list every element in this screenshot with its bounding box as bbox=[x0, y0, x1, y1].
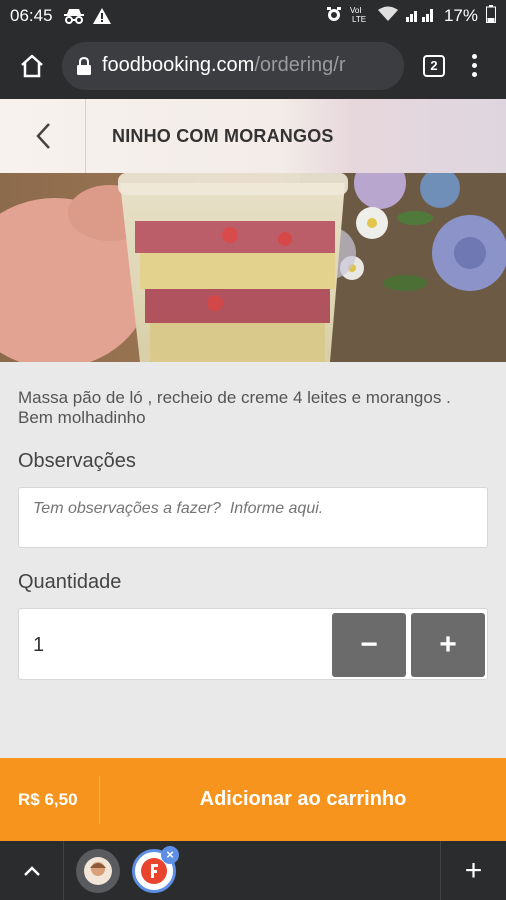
observations-label: Observações bbox=[18, 450, 136, 472]
incognito-icon bbox=[63, 8, 85, 24]
wifi-icon bbox=[377, 6, 398, 27]
home-icon bbox=[21, 54, 43, 77]
product-description: Massa pão de ló , recheio de creme 4 lei… bbox=[18, 388, 451, 427]
product-details: Massa pão de ló , recheio de creme 4 lei… bbox=[0, 362, 506, 758]
quantity-stepper: 1 − + bbox=[18, 608, 488, 680]
warning-icon bbox=[92, 8, 111, 24]
decrease-quantity-button[interactable]: − bbox=[332, 613, 406, 677]
expand-tabs-button[interactable] bbox=[0, 841, 64, 900]
tab-switcher-button[interactable]: 2 bbox=[414, 46, 454, 86]
add-to-cart-bar: R$ 6,50 Adicionar ao carrinho bbox=[0, 758, 506, 841]
url-bar[interactable]: foodbooking.com/ordering/r bbox=[62, 41, 404, 90]
new-tab-button[interactable]: + bbox=[440, 841, 506, 900]
minus-icon: − bbox=[360, 628, 378, 661]
battery-percent: 17% bbox=[443, 6, 478, 25]
url-path: /ordering/r bbox=[254, 54, 346, 76]
product-image bbox=[0, 173, 506, 362]
close-tab-icon[interactable]: × bbox=[161, 845, 179, 864]
quantity-label: Quantidade bbox=[18, 571, 122, 593]
signal-icon bbox=[405, 6, 436, 27]
status-bar: 06:45 VoI LTE 17% bbox=[0, 0, 506, 32]
chevron-up-icon bbox=[23, 865, 40, 876]
alarm-icon bbox=[326, 6, 342, 27]
observations-input[interactable] bbox=[18, 487, 488, 548]
url-domain: foodbooking.com bbox=[102, 54, 255, 76]
battery-icon bbox=[486, 4, 496, 28]
menu-button[interactable] bbox=[454, 46, 494, 86]
more-vert-icon bbox=[471, 54, 477, 77]
back-button[interactable] bbox=[0, 99, 86, 173]
avatar-icon bbox=[84, 856, 112, 885]
tab-thumbnail-1[interactable] bbox=[76, 848, 120, 893]
volte-icon: VoI LTE bbox=[350, 5, 370, 28]
increase-quantity-button[interactable]: + bbox=[411, 613, 485, 677]
browser-toolbar: foodbooking.com/ordering/r 2 bbox=[0, 32, 506, 99]
browser-tab-strip: × + bbox=[0, 841, 506, 900]
home-button[interactable] bbox=[12, 46, 52, 86]
plus-icon: + bbox=[439, 628, 457, 661]
page-header: NINHO COM MORANGOS bbox=[0, 99, 506, 173]
tab-thumbnail-2[interactable]: × bbox=[132, 845, 179, 893]
lock-icon bbox=[76, 56, 92, 76]
tab-count: 2 bbox=[423, 54, 445, 77]
chevron-left-icon bbox=[35, 123, 50, 149]
svg-text:LTE: LTE bbox=[352, 15, 366, 23]
svg-text:VoI: VoI bbox=[350, 6, 362, 15]
quantity-input[interactable]: 1 bbox=[33, 609, 44, 681]
page-title: NINHO COM MORANGOS bbox=[112, 125, 334, 146]
price-label: R$ 6,50 bbox=[0, 775, 100, 824]
add-to-cart-button[interactable]: Adicionar ao carrinho bbox=[100, 788, 506, 811]
status-time: 06:45 bbox=[10, 6, 53, 25]
